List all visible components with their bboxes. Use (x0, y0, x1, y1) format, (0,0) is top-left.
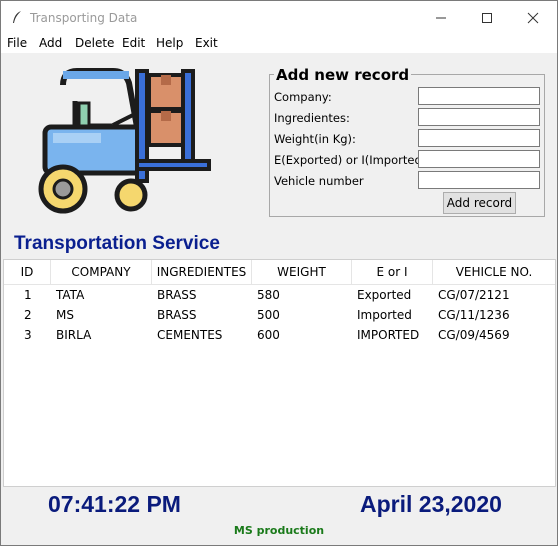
column-header-weight[interactable]: WEIGHT (252, 260, 352, 284)
cell-id: 2 (24, 308, 32, 322)
company-label: Company: (274, 90, 332, 104)
page-title: Transportation Service (14, 233, 220, 254)
records-table[interactable]: ID COMPANY INGREDIENTES WEIGHT E or I VE… (3, 259, 556, 487)
weight-label: Weight(in Kg): (274, 132, 356, 146)
feather-icon (13, 11, 21, 23)
window-title: Transporting Data (30, 11, 138, 25)
menu-file[interactable]: File (7, 36, 27, 50)
column-header-e-or-i[interactable]: E or I (352, 260, 433, 284)
vehicle-number-input[interactable] (418, 171, 540, 189)
column-header-id[interactable]: ID (4, 260, 51, 284)
menu-exit[interactable]: Exit (195, 36, 218, 50)
column-header-vehicle-no[interactable]: VEHICLE NO. (433, 260, 555, 284)
cell-e-or-i: Imported (357, 308, 412, 322)
title-bar[interactable]: Transporting Data (1, 1, 557, 34)
menu-add[interactable]: Add (39, 36, 62, 50)
cell-ingredientes: BRASS (157, 308, 197, 322)
close-icon (527, 12, 539, 23)
table-header: ID COMPANY INGREDIENTES WEIGHT E or I VE… (4, 260, 555, 285)
cell-vehicle-no: CG/07/2121 (438, 288, 510, 302)
maximize-button[interactable] (464, 1, 510, 34)
cell-ingredientes: BRASS (157, 288, 197, 302)
cell-weight: 580 (257, 288, 280, 302)
credit-text: MS production (233, 524, 325, 537)
close-button[interactable] (510, 1, 556, 34)
column-header-ingredientes[interactable]: INGREDIENTES (152, 260, 252, 284)
menu-bar: File Add Delete Edit Help Exit (1, 34, 557, 53)
cell-company: TATA (56, 288, 85, 302)
cell-weight: 500 (257, 308, 280, 322)
cell-company: BIRLA (56, 328, 92, 342)
cell-vehicle-no: CG/11/1236 (438, 308, 510, 322)
cell-company: MS (56, 308, 74, 322)
menu-delete[interactable]: Delete (75, 36, 114, 50)
add-record-button[interactable]: Add record (443, 192, 516, 214)
menu-edit[interactable]: Edit (122, 36, 145, 50)
export-import-label: E(Exported) or I(Imported): (274, 153, 431, 167)
ingredientes-input[interactable] (418, 108, 540, 126)
export-import-input[interactable] (418, 150, 540, 168)
vehicle-number-label: Vehicle number (274, 174, 364, 188)
minimize-button[interactable] (418, 1, 464, 34)
cell-vehicle-no: CG/09/4569 (438, 328, 510, 342)
cell-e-or-i: IMPORTED (357, 328, 420, 342)
current-date: April 23,2020 (360, 491, 502, 517)
forklift-icon (38, 68, 211, 214)
app-window: Transporting Data File Add Delete Edit H… (0, 0, 558, 546)
menu-help[interactable]: Help (156, 36, 183, 50)
cell-ingredientes: CEMENTES (157, 328, 223, 342)
ingredientes-label: Ingredientes: (274, 111, 350, 125)
cell-id: 3 (24, 328, 32, 342)
company-input[interactable] (418, 87, 540, 105)
weight-input[interactable] (418, 129, 540, 147)
column-header-company[interactable]: COMPANY (51, 260, 152, 284)
cell-weight: 600 (257, 328, 280, 342)
cell-id: 1 (24, 288, 32, 302)
clock-time: 07:41:22 PM (48, 491, 181, 517)
add-record-title: Add new record (274, 66, 412, 84)
minimize-icon (436, 17, 446, 18)
cell-e-or-i: Exported (357, 288, 412, 302)
maximize-icon (482, 12, 492, 23)
